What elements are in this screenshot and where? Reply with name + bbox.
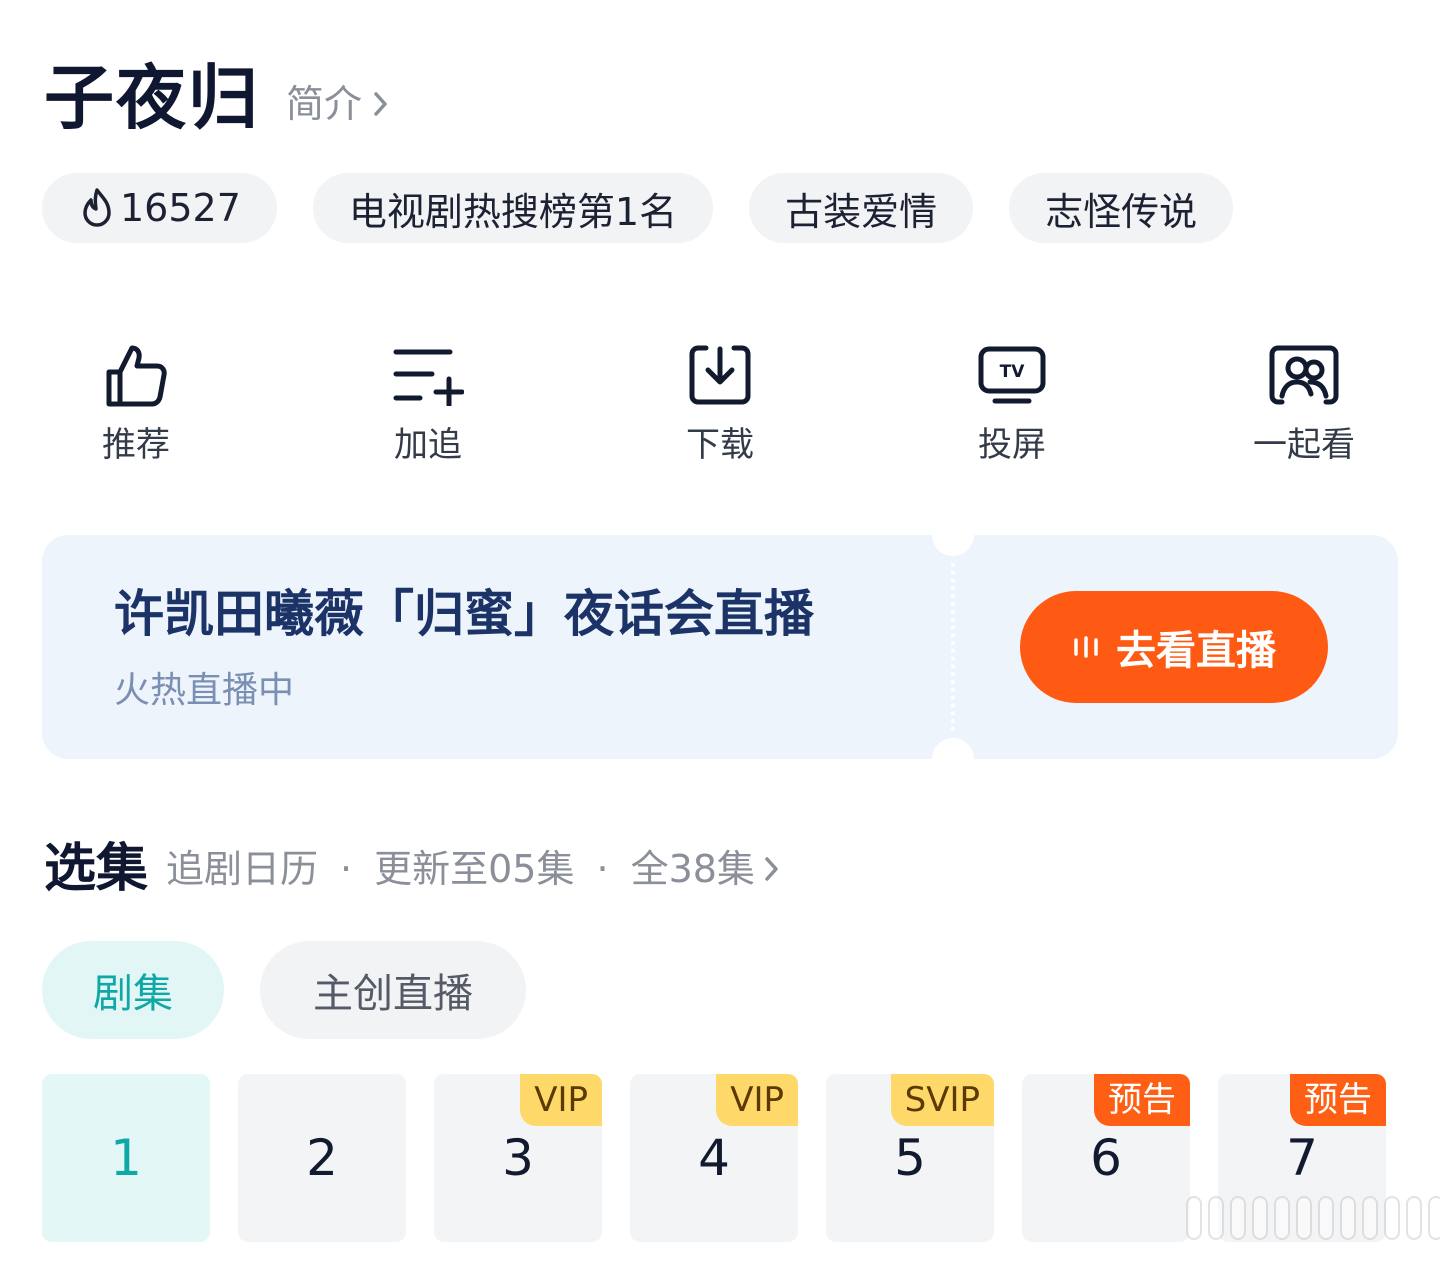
update-status: 更新至05集 bbox=[374, 847, 575, 891]
live-title: 许凯田曦薇「归蜜」夜话会直播 bbox=[114, 585, 814, 643]
episodes-title: 选集 bbox=[44, 839, 149, 899]
vip-badge: VIP bbox=[520, 1074, 602, 1126]
intro-label: 简介 bbox=[286, 82, 363, 126]
tag-theme[interactable]: 志怪传说 bbox=[1009, 173, 1234, 243]
episode-tile[interactable]: VIP 4 bbox=[630, 1074, 798, 1242]
episode-tile[interactable]: 1 bbox=[42, 1074, 210, 1242]
intro-link[interactable]: 简介 bbox=[286, 82, 390, 126]
episode-tile[interactable]: VIP 3 bbox=[434, 1074, 602, 1242]
episode-number: 2 bbox=[306, 1129, 338, 1187]
separator: · bbox=[340, 847, 353, 891]
svip-badge: SVIP bbox=[890, 1074, 994, 1126]
episodes-meta[interactable]: 追剧日历 · 更新至05集 · 全38集 bbox=[166, 838, 781, 900]
heat-tag[interactable]: 16527 bbox=[42, 173, 277, 243]
episodes-header: 选集 追剧日历 · 更新至05集 · 全38集 bbox=[44, 838, 781, 900]
follow-button[interactable]: 加追 bbox=[338, 340, 518, 466]
episode-tile[interactable]: 预告 6 bbox=[1022, 1074, 1190, 1242]
ticket-notch bbox=[932, 514, 974, 556]
live-status: 火热直播中 bbox=[114, 670, 295, 711]
follow-label: 加追 bbox=[394, 425, 462, 465]
tag-genre[interactable]: 古装爱情 bbox=[749, 173, 974, 243]
episode-number: 6 bbox=[1090, 1129, 1122, 1187]
recommend-label: 推荐 bbox=[102, 425, 170, 465]
chevron-right-icon bbox=[374, 92, 387, 116]
episode-tile[interactable]: 2 bbox=[238, 1074, 406, 1242]
preview-badge: 预告 bbox=[1290, 1074, 1386, 1126]
live-bars-icon bbox=[1072, 634, 1100, 660]
tab-creator-live[interactable]: 主创直播 bbox=[260, 941, 526, 1039]
download-button[interactable]: 下载 bbox=[630, 340, 810, 466]
ticket-notch bbox=[932, 738, 974, 780]
watch-live-label: 去看直播 bbox=[1116, 628, 1276, 674]
thumbs-up-icon bbox=[103, 340, 169, 410]
svg-text:TV: TV bbox=[1000, 362, 1026, 382]
title-row: 子夜归 简介 bbox=[44, 58, 390, 138]
action-bar: 推荐 加追 下载 TV 投屏 一起看 bbox=[0, 340, 1440, 470]
tag-ranking[interactable]: 电视剧热搜榜第1名 bbox=[312, 173, 714, 243]
download-icon bbox=[688, 340, 752, 410]
episode-number: 1 bbox=[110, 1129, 142, 1187]
separator: · bbox=[596, 847, 609, 891]
watch-together-icon bbox=[1268, 340, 1340, 410]
episode-number: 3 bbox=[502, 1129, 534, 1187]
preview-badge: 预告 bbox=[1094, 1074, 1190, 1126]
tv-cast-icon: TV bbox=[977, 340, 1047, 410]
episode-number: 4 bbox=[698, 1129, 730, 1187]
heat-value: 16527 bbox=[120, 186, 241, 230]
flame-icon bbox=[78, 186, 116, 230]
add-to-list-icon bbox=[392, 340, 464, 410]
cast-button[interactable]: TV 投屏 bbox=[922, 340, 1102, 466]
episode-tabs: 剧集 主创直播 bbox=[42, 941, 526, 1039]
cast-label: 投屏 bbox=[978, 425, 1046, 465]
watch-live-button[interactable]: 去看直播 bbox=[1020, 591, 1328, 703]
episode-number: 7 bbox=[1286, 1129, 1318, 1187]
calendar-link[interactable]: 追剧日历 bbox=[166, 838, 318, 900]
watch-together-label: 一起看 bbox=[1253, 425, 1355, 465]
tag-list: 16527 电视剧热搜榜第1名 古装爱情 志怪传说 bbox=[42, 173, 1234, 243]
ticket-divider bbox=[951, 563, 955, 731]
recommend-button[interactable]: 推荐 bbox=[46, 340, 226, 466]
vip-badge: VIP bbox=[716, 1074, 798, 1126]
watermark-logo bbox=[1186, 1196, 1440, 1240]
tab-episodes[interactable]: 剧集 bbox=[42, 941, 224, 1039]
total-episodes: 全38集 bbox=[630, 847, 755, 891]
live-banner[interactable]: 许凯田曦薇「归蜜」夜话会直播 火热直播中 去看直播 bbox=[42, 514, 1398, 780]
episode-tile[interactable]: SVIP 5 bbox=[826, 1074, 994, 1242]
chevron-right-icon bbox=[765, 857, 778, 881]
show-title: 子夜归 bbox=[44, 57, 260, 139]
episode-number: 5 bbox=[894, 1129, 926, 1187]
watch-together-button[interactable]: 一起看 bbox=[1214, 340, 1394, 466]
download-label: 下载 bbox=[686, 425, 754, 465]
